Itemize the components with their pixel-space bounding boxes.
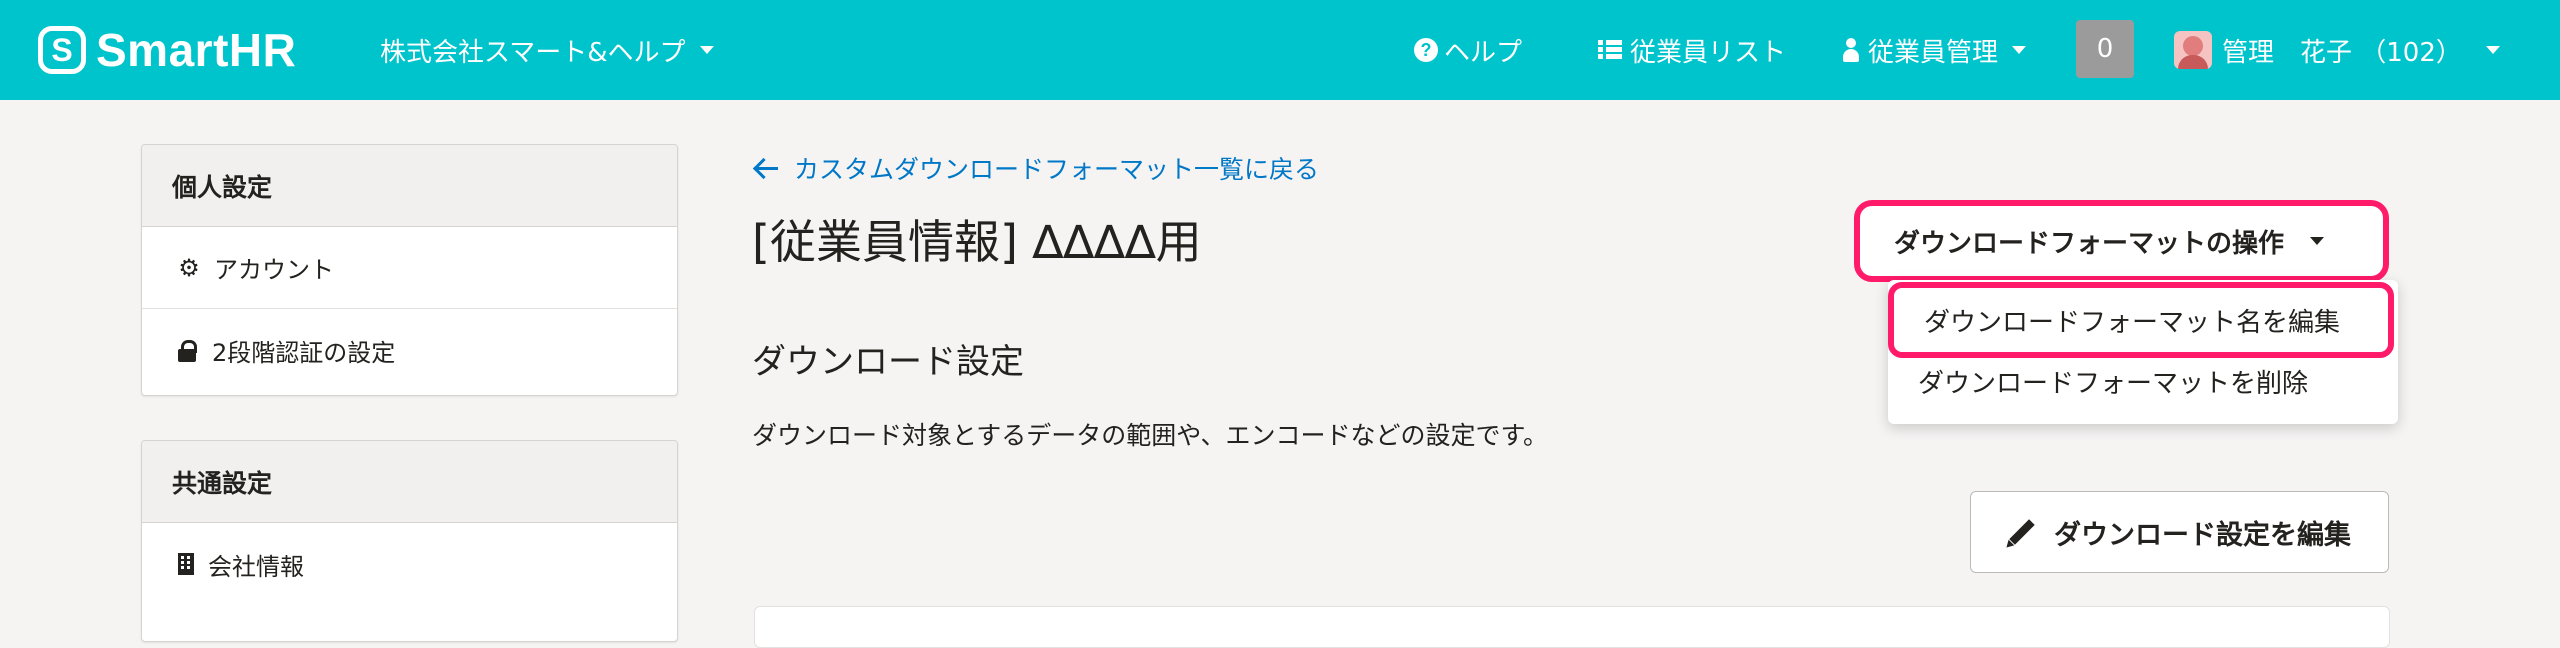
format-operations-button[interactable]: ダウンロードフォーマットの操作 [1854,200,2389,282]
company-name: 株式会社スマート&ヘルプ [380,37,686,68]
sidebar-personal-settings: 個人設定 ⚙ アカウント 2段階認証の設定 [141,144,678,396]
sidebar-item-company-info[interactable]: 会社情報 [142,523,677,605]
logo-text: SmartHR [96,24,297,76]
back-to-format-list-link[interactable]: カスタムダウンロードフォーマット一覧に戻る [754,150,1319,186]
format-operations-label: ダウンロードフォーマットの操作 [1894,228,2285,259]
section-title: ダウンロード設定 [752,342,1024,382]
smarthr-logo[interactable]: S SmartHR [38,22,296,78]
dropdown-item-delete-format[interactable]: ダウンロードフォーマットを削除 [1918,364,2308,404]
notification-badge[interactable]: 0 [2076,20,2134,78]
dropdown-item-edit-format-name[interactable]: ダウンロードフォーマット名を編集 [1888,282,2394,358]
help-icon: ? [1414,38,1438,62]
chevron-down-icon [2012,46,2027,54]
chevron-down-icon [699,46,714,54]
edit-download-settings-button[interactable]: ダウンロード設定を編集 [1970,491,2389,573]
sidebar-shared-settings: 共通設定 会社情報 [141,440,678,642]
sidebar-heading: 個人設定 [142,145,677,227]
chevron-down-icon [2485,46,2500,54]
section-description: ダウンロード対象とするデータの範囲や、エンコードなどの設定です。 [752,421,1549,450]
sidebar-item-account[interactable]: ⚙ アカウント [142,227,677,309]
sidebar-item-label: 2段階認証の設定 [212,338,396,367]
sidebar-item-two-factor[interactable]: 2段階認証の設定 [142,309,677,391]
user-menu[interactable]: 管理 花子 （102） [2174,30,2500,70]
edit-download-settings-label: ダウンロード設定を編集 [2054,519,2351,551]
sidebar-item-label: アカウント [214,256,334,284]
nav-help[interactable]: ? ヘルプ [1414,30,1522,70]
nav-employee-management[interactable]: 従業員管理 [1842,30,2027,70]
page-title: [従業員情報] ∆∆∆∆用 [752,215,1202,269]
nav-employee-management-label: 従業員管理 [1868,37,1999,68]
nav-help-label: ヘルプ [1444,37,1523,68]
user-icon [1842,38,1860,62]
company-switcher[interactable]: 株式会社スマート&ヘルプ [380,30,714,70]
building-icon [178,553,194,575]
back-link-label: カスタムダウンロードフォーマット一覧に戻る [794,155,1320,184]
arrow-left-icon [754,158,778,178]
logo-mark-icon: S [38,26,86,74]
pencil-icon [2009,519,2035,545]
list-icon [1598,40,1622,60]
lock-icon [178,340,198,362]
user-name: 管理 花子 （102） [2222,37,2462,68]
nav-employee-list-label: 従業員リスト [1630,37,1787,68]
settings-card [754,606,2390,648]
nav-employee-list[interactable]: 従業員リスト [1598,30,1786,70]
gear-icon: ⚙ [178,253,200,282]
top-header: S SmartHR 株式会社スマート&ヘルプ ? ヘルプ 従業員リスト 従業員管… [0,0,2560,100]
avatar [2174,31,2212,69]
chevron-down-icon [2310,237,2325,245]
sidebar-item-label: 会社情報 [208,552,304,581]
sidebar-heading: 共通設定 [142,441,677,523]
dropdown-item-label: ダウンロードフォーマット名を編集 [1924,307,2341,338]
